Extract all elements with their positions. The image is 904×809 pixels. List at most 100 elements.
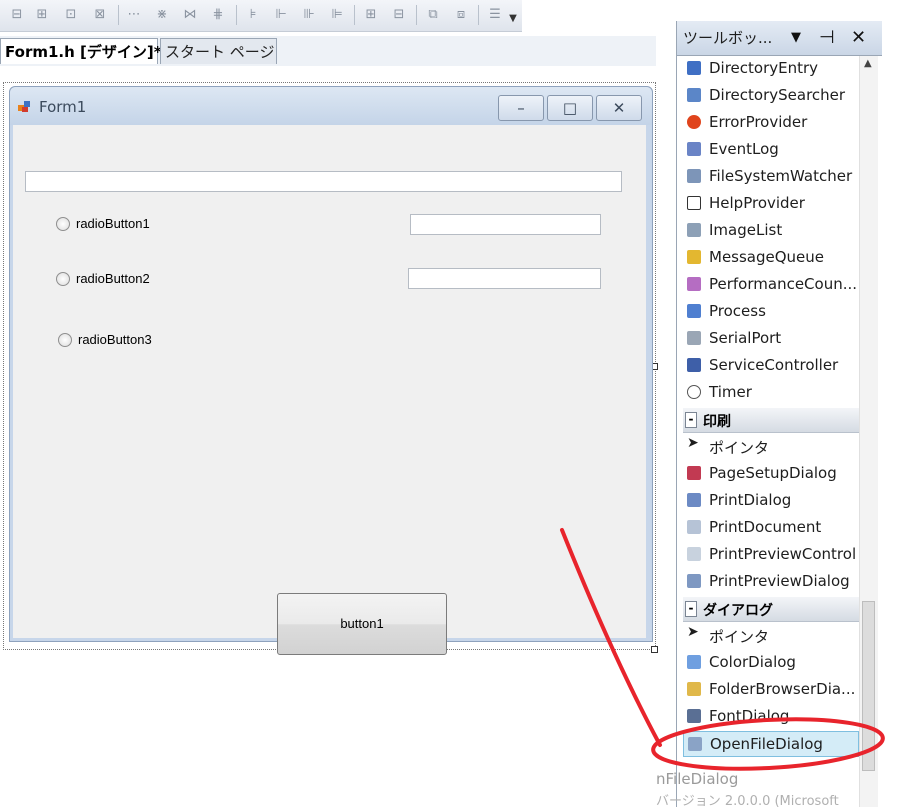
error-provider-icon bbox=[687, 115, 701, 129]
toolbox-item[interactable]: SerialPort bbox=[683, 326, 859, 352]
close-icon[interactable]: ✕ bbox=[851, 27, 866, 48]
help-provider-icon bbox=[687, 196, 701, 210]
align-lefts-icon[interactable]: ⊟ bbox=[8, 6, 26, 24]
align-bottoms-icon[interactable]: ⋇ bbox=[153, 6, 171, 24]
text-box-2[interactable] bbox=[408, 268, 601, 289]
vertical-spacing-icon[interactable]: ⊩ bbox=[272, 6, 290, 24]
toolbox-scrollbar[interactable]: ▲ bbox=[859, 56, 878, 807]
toolbox-item[interactable]: ➤ ポインタ bbox=[683, 623, 859, 649]
toolbox-item[interactable]: PageSetupDialog bbox=[683, 461, 859, 487]
toolbar-overflow-icon[interactable]: ☰ bbox=[486, 6, 504, 24]
toolbox-item[interactable]: PrintDocument bbox=[683, 515, 859, 541]
center-horizontally-icon[interactable]: ⊪ bbox=[300, 6, 318, 24]
drag-tooltip-name: nFileDialog bbox=[656, 770, 739, 788]
toolbar-separator bbox=[118, 5, 119, 25]
center-vertically-icon[interactable]: ⊫ bbox=[328, 6, 346, 24]
toolbox-title: ツールボッ... bbox=[683, 29, 773, 47]
form-window[interactable]: Form1 – □ ✕ radioButton1 radioButton2 ra… bbox=[9, 86, 653, 655]
resize-handle-corner[interactable] bbox=[651, 646, 658, 653]
align-middles-icon[interactable]: ⋯ bbox=[125, 6, 143, 24]
form-title: Form1 bbox=[39, 98, 87, 116]
toolbox-panel: ツールボッ... ▼ ⊣ ✕ DirectoryEntry DirectoryS… bbox=[676, 21, 882, 807]
make-same-size-icon[interactable]: ⋈ bbox=[181, 6, 199, 24]
toolbox-item[interactable]: EventLog bbox=[683, 137, 859, 163]
print-dialog-icon bbox=[687, 493, 701, 507]
toolbox-item[interactable]: Process bbox=[683, 299, 859, 325]
pointer-icon: ➤ bbox=[687, 624, 699, 640]
chevron-down-icon[interactable]: ▼ bbox=[508, 10, 518, 28]
toolbox-item-openfiledialog[interactable]: OpenFileDialog bbox=[683, 731, 859, 757]
print-document-icon bbox=[687, 520, 701, 534]
form-client-area: radioButton1 radioButton2 radioButton3 b… bbox=[13, 125, 646, 655]
toolbox-item[interactable]: PrintDialog bbox=[683, 488, 859, 514]
radio-button-3[interactable]: radioButton3 bbox=[58, 331, 152, 347]
tab-order-icon[interactable]: ⧈ bbox=[452, 6, 470, 24]
tab-start-page[interactable]: スタート ページ bbox=[160, 38, 277, 64]
text-box-top[interactable] bbox=[25, 171, 622, 192]
toolbox-item[interactable]: PrintPreviewDialog bbox=[683, 569, 859, 595]
drag-tooltip-version: バージョン 2.0.0.0 (Microsoft bbox=[656, 794, 839, 809]
toolbox-item[interactable]: FontDialog bbox=[683, 704, 859, 730]
toolbox-item[interactable]: DirectorySearcher bbox=[683, 83, 859, 109]
lock-controls-icon[interactable]: ⧉ bbox=[424, 6, 442, 24]
toolbox-item[interactable]: ErrorProvider bbox=[683, 110, 859, 136]
radio-circle[interactable] bbox=[56, 216, 70, 231]
pin-icon[interactable]: ⊣ bbox=[819, 27, 835, 48]
print-preview-control-icon bbox=[687, 547, 701, 561]
toolbox-item[interactable]: FileSystemWatcher bbox=[683, 164, 859, 190]
font-dialog-icon bbox=[687, 709, 701, 723]
folder-browser-dialog-icon bbox=[687, 682, 701, 696]
page-setup-dialog-icon bbox=[687, 466, 701, 480]
toolbar-separator bbox=[354, 5, 355, 25]
align-centers-icon[interactable]: ⊞ bbox=[33, 6, 51, 24]
collapse-icon[interactable]: - bbox=[685, 601, 697, 617]
toolbox-item[interactable]: PrintPreviewControl bbox=[683, 542, 859, 568]
toolbox-item[interactable]: ColorDialog bbox=[683, 650, 859, 676]
button1[interactable]: button1 bbox=[277, 593, 447, 655]
toolbox-header: ツールボッ... ▼ ⊣ ✕ bbox=[677, 21, 882, 56]
toolbox-item[interactable]: ServiceController bbox=[683, 353, 859, 379]
radio-circle[interactable] bbox=[56, 271, 70, 286]
text-box-1[interactable] bbox=[410, 214, 601, 235]
radio-button-1[interactable]: radioButton1 bbox=[56, 215, 150, 231]
toolbox-item[interactable]: ImageList bbox=[683, 218, 859, 244]
tab-form1-design[interactable]: Form1.h [デザイン]* bbox=[0, 38, 162, 64]
toolbox-item[interactable]: FolderBrowserDia... bbox=[683, 677, 859, 703]
toolbox-group-print[interactable]: - 印刷 bbox=[683, 407, 859, 433]
color-dialog-icon bbox=[687, 655, 701, 669]
form-icon bbox=[18, 101, 30, 112]
scroll-up-icon[interactable]: ▲ bbox=[864, 58, 872, 69]
toolbox-item[interactable]: Timer bbox=[683, 380, 859, 406]
radio-circle[interactable] bbox=[58, 332, 72, 347]
collapse-icon[interactable]: - bbox=[685, 412, 697, 428]
toolbox-item[interactable]: ➤ ポインタ bbox=[683, 434, 859, 460]
minimize-button[interactable]: – bbox=[498, 95, 544, 121]
print-preview-dialog-icon bbox=[687, 574, 701, 588]
toolbox-item[interactable]: PerformanceCoun... bbox=[683, 272, 859, 298]
align-tops-icon[interactable]: ⊠ bbox=[91, 6, 109, 24]
toolbox-item[interactable]: DirectoryEntry bbox=[683, 56, 859, 82]
size-to-grid-icon[interactable]: ⋕ bbox=[209, 6, 227, 24]
horizontal-spacing-icon[interactable]: ⊧ bbox=[244, 6, 262, 24]
toolbox-item[interactable]: HelpProvider bbox=[683, 191, 859, 217]
align-rights-icon[interactable]: ⊡ bbox=[62, 6, 80, 24]
message-queue-icon bbox=[687, 250, 701, 264]
scrollbar-thumb[interactable] bbox=[862, 601, 875, 771]
close-button[interactable]: ✕ bbox=[596, 95, 642, 121]
send-to-back-icon[interactable]: ⊟ bbox=[390, 6, 408, 24]
directory-entry-icon bbox=[687, 61, 701, 75]
chevron-down-icon[interactable]: ▼ bbox=[791, 30, 801, 45]
radio-label: radioButton3 bbox=[78, 332, 152, 348]
form-titlebar: Form1 – □ ✕ bbox=[10, 87, 652, 125]
bring-to-front-icon[interactable]: ⊞ bbox=[362, 6, 380, 24]
radio-button-2[interactable]: radioButton2 bbox=[56, 270, 150, 286]
layout-toolbar: ⊟ ⊞ ⊡ ⊠ ⋯ ⋇ ⋈ ⋕ ⊧ ⊩ ⊪ ⊫ ⊞ ⊟ ⧉ ⧈ ☰ ▼ bbox=[0, 0, 522, 32]
toolbox-group-dialog[interactable]: - ダイアログ bbox=[683, 596, 859, 622]
image-list-icon bbox=[687, 223, 701, 237]
timer-icon bbox=[687, 385, 701, 399]
maximize-button[interactable]: □ bbox=[547, 95, 593, 121]
toolbar-separator bbox=[478, 5, 479, 25]
toolbar-separator bbox=[236, 5, 237, 25]
toolbox-item[interactable]: MessageQueue bbox=[683, 245, 859, 271]
document-tabs: Form1.h [デザイン]* スタート ページ bbox=[0, 36, 656, 66]
